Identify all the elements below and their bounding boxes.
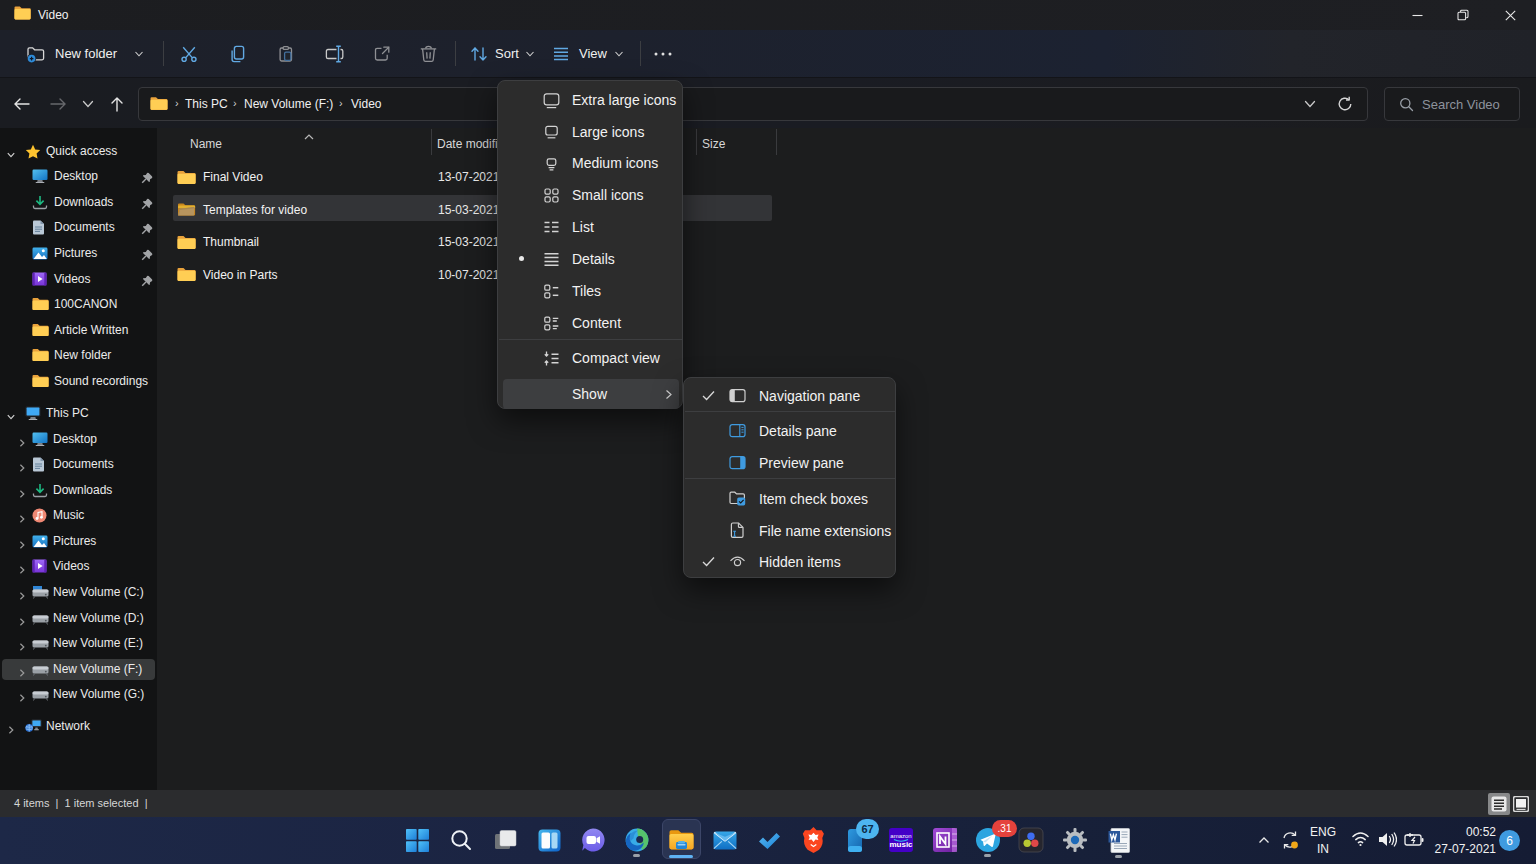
- svg-text:amazon: amazon: [890, 833, 911, 839]
